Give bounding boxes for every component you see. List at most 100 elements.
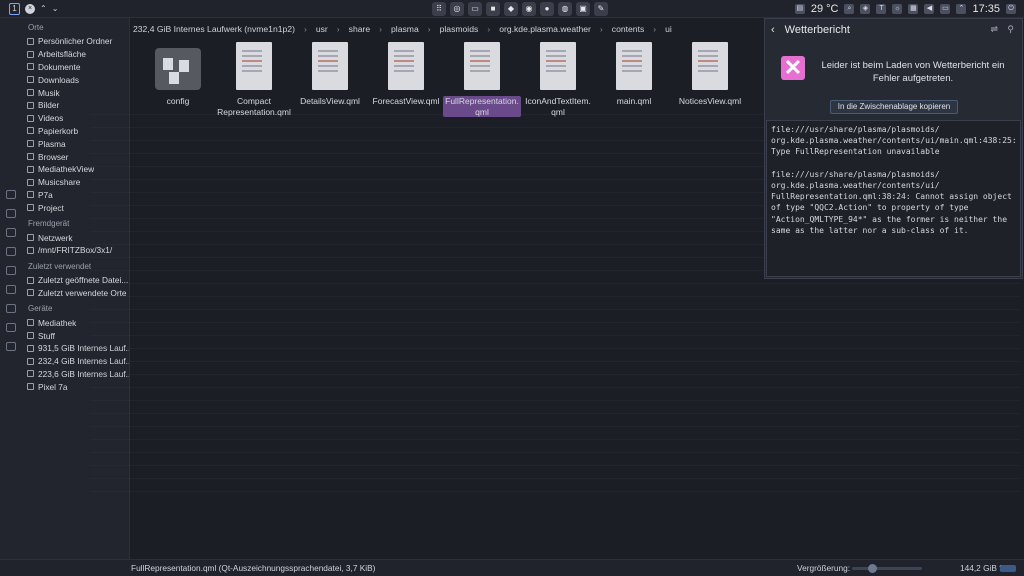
breadcrumb-item[interactable]: ui	[665, 24, 672, 34]
sidebar-item[interactable]: Arbeitsfläche	[0, 48, 129, 61]
sidebar-item[interactable]: Persönlicher Ordner	[0, 35, 129, 48]
folder-icon	[27, 344, 34, 352]
app-icon[interactable]: ◆	[504, 2, 518, 16]
app-launcher-icon[interactable]: ⠿	[432, 2, 446, 16]
folder-icon	[27, 165, 34, 173]
sidebar-item-label: Musik	[38, 87, 60, 98]
folder-icon	[27, 246, 34, 254]
chevron-down-icon[interactable]: ⌄	[52, 4, 59, 13]
background-row	[90, 440, 1020, 453]
sidebar-item-label: MediathekView	[38, 164, 95, 175]
grid-icon[interactable]	[6, 247, 16, 256]
file-thumbnail-icon	[388, 42, 424, 90]
tray-icon[interactable]: T	[876, 4, 887, 14]
file-item[interactable]: Compact Representation.qml	[216, 42, 292, 117]
home-icon[interactable]	[6, 209, 16, 218]
file-item[interactable]: FullRepresentation. qml	[443, 42, 521, 117]
folder-icon	[27, 289, 34, 297]
folder-icon	[27, 101, 34, 109]
copy-to-clipboard-button[interactable]: In die Zwischenablage kopieren	[830, 100, 958, 114]
background-row	[90, 284, 1020, 297]
chevron-up-icon[interactable]: ⌃	[956, 4, 967, 14]
close-icon[interactable]: ×	[25, 3, 35, 14]
folder-icon	[27, 319, 34, 327]
folder-item[interactable]: config	[140, 42, 216, 117]
tray-icon[interactable]: ◈	[860, 4, 871, 14]
zoom-slider[interactable]	[852, 564, 922, 573]
back-icon[interactable]: ‹	[771, 24, 775, 36]
file-item[interactable]: ForecastView.qml	[368, 42, 444, 117]
breadcrumb-item[interactable]: org.kde.plasma.weather	[499, 24, 591, 34]
background-row	[90, 297, 1020, 310]
breadcrumb-separator-icon: ›	[336, 24, 340, 34]
breadcrumb-item[interactable]: plasmoids	[440, 24, 479, 34]
background-row	[90, 479, 1020, 492]
volume-icon[interactable]: ◀	[924, 4, 935, 14]
file-name: main.qml	[616, 96, 652, 106]
folder-icon	[27, 63, 34, 71]
error-log[interactable]: file:///usr/share/plasma/plasmoids/ org.…	[766, 120, 1021, 277]
app-icon[interactable]: ◎	[450, 2, 464, 16]
file-item[interactable]: DetailsView.qml	[292, 42, 368, 117]
clock[interactable]: 17:35	[972, 3, 1000, 15]
chevron-up-icon[interactable]: ⌃	[40, 4, 47, 13]
brightness-icon[interactable]: ☼	[892, 4, 903, 14]
tray-icon[interactable]: ▤	[794, 4, 805, 14]
breadcrumb-item[interactable]: contents	[612, 24, 645, 34]
app-icon[interactable]: ✎	[594, 2, 608, 16]
search-icon[interactable]	[6, 323, 16, 332]
breadcrumb-item[interactable]: plasma	[391, 24, 419, 34]
display-icon[interactable]: ▭	[940, 4, 951, 14]
background-row	[90, 375, 1020, 388]
browser-icon[interactable]: ◉	[522, 2, 536, 16]
background-row	[90, 466, 1020, 479]
sidebar-item[interactable]: Dokumente	[0, 61, 129, 74]
sidebar-item-label: Plasma	[38, 138, 66, 149]
list-icon[interactable]	[6, 266, 16, 275]
search-icon[interactable]: ⌕	[844, 4, 855, 14]
file-name: ForecastView.qml	[372, 96, 440, 106]
folder-icon	[27, 204, 34, 212]
sidebar-item-label: Arbeitsfläche	[38, 49, 86, 60]
file-item[interactable]: main.qml	[596, 42, 672, 117]
breadcrumb-separator-icon: ›	[653, 24, 657, 34]
pin-icon[interactable]: ⚲	[1007, 24, 1014, 35]
file-item[interactable]: NoticesView.qml	[672, 42, 748, 117]
folder-icon	[27, 234, 34, 242]
file-thumbnail-icon	[540, 42, 576, 90]
refresh-icon[interactable]	[6, 228, 16, 237]
breadcrumb-item[interactable]: 232,4 GiB Internes Laufwerk (nvme1n1p2)	[133, 24, 295, 34]
tag-icon[interactable]	[6, 285, 16, 294]
sidebar-item[interactable]: Musik	[0, 86, 129, 99]
breadcrumb-separator-icon: ›	[599, 24, 603, 34]
app-icon[interactable]: ▭	[468, 2, 482, 16]
system-tray: ▤ 29 °C ⌕ ◈ T ☼ ▦ ◀ ▭ ⌃ 17:35 ⏻	[794, 0, 1024, 18]
folder-icon	[27, 153, 34, 161]
file-view: config Compact Representation.qml DetailsV…	[140, 42, 824, 117]
configure-icon[interactable]: ⇌	[990, 24, 998, 35]
top-panel: 1 × ⌃ ⌄ ⠿ ◎ ▭ ■ ◆ ◉ ● ◍ ▣ ✎ ▤ 29 °C ⌕ ◈ …	[0, 0, 1024, 18]
sidebar-item-label: Netzwerk	[38, 232, 73, 243]
app-icon[interactable]: ◍	[558, 2, 572, 16]
calendar-icon[interactable]	[6, 304, 16, 313]
breadcrumb-item[interactable]: usr	[316, 24, 328, 34]
app-icon[interactable]: ●	[540, 2, 554, 16]
weather-temperature[interactable]: 29 °C	[811, 3, 839, 15]
app-icon[interactable]: ▣	[576, 2, 590, 16]
status-bar: FullRepresentation.qml (Qt-Auszeichnungs…	[0, 559, 1024, 576]
tray-icon[interactable]: ▦	[908, 4, 919, 14]
sidebar-item[interactable]: Downloads	[0, 73, 129, 86]
breadcrumb-item[interactable]: share	[349, 24, 371, 34]
folder-icon	[27, 127, 34, 135]
back-icon[interactable]	[6, 190, 16, 199]
power-icon[interactable]: ⏻	[1006, 4, 1016, 14]
file-item[interactable]: IconAndTextItem. qml	[520, 42, 596, 117]
menu-icon[interactable]	[6, 342, 16, 351]
zoom-label: Vergrößerung:	[797, 563, 851, 573]
workspace-indicator[interactable]: 1	[9, 2, 20, 15]
sidebar-item-label: Persönlicher Ordner	[38, 36, 113, 47]
sidebar-item-label: P7a	[38, 189, 53, 200]
background-row	[90, 310, 1020, 323]
error-message: Leider ist beim Laden von Wetterbericht …	[821, 60, 1005, 84]
app-icon[interactable]: ■	[486, 2, 500, 16]
